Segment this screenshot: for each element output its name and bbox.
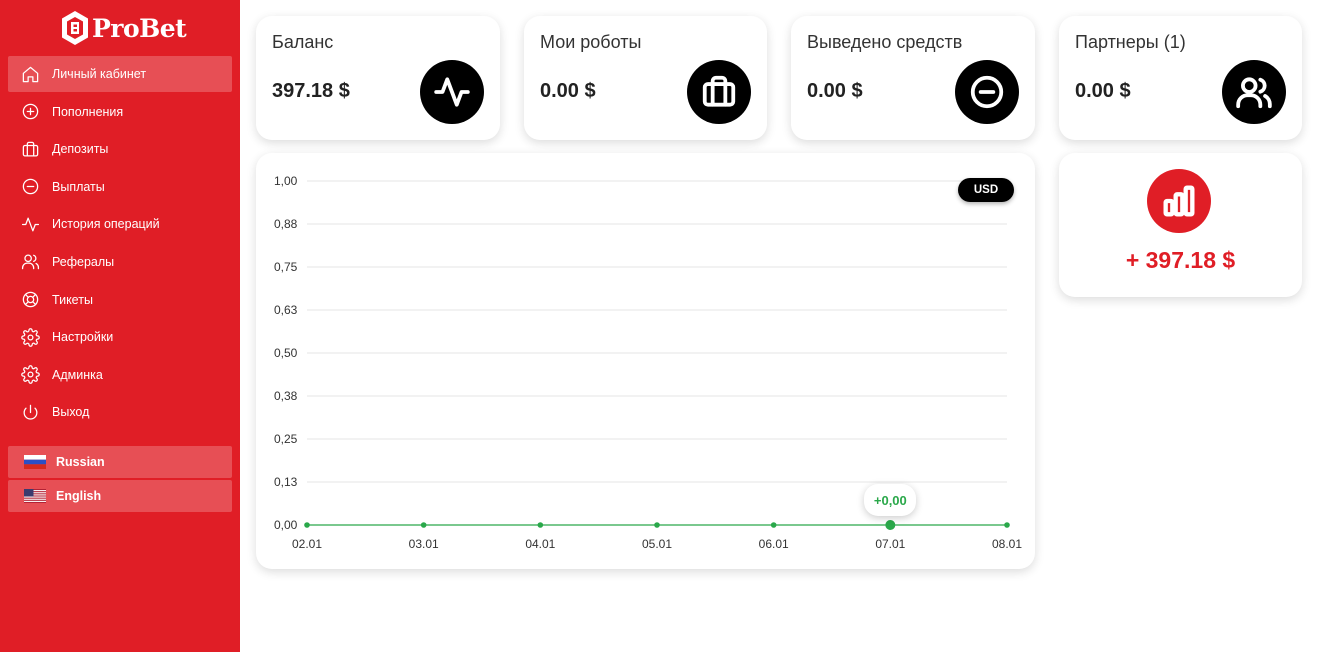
balance-chart-card: 1,00 0,88 0,75 0,63 0,50 0,38 0,25 0,13 0,00 02.0…: [256, 153, 1035, 569]
data-point: [304, 522, 310, 528]
sidebar-menu: Личный кабинет Пополнения Депозиты Выпла…: [8, 56, 232, 432]
y-tick-label: 0,00: [274, 518, 298, 532]
sidebar-item-deposits[interactable]: Депозиты: [8, 131, 232, 167]
logo-icon: [62, 11, 88, 45]
language-english[interactable]: English: [8, 480, 232, 512]
y-tick-label: 1,00: [274, 174, 298, 188]
users-icon: [20, 252, 40, 272]
stat-title: Партнеры (1): [1075, 32, 1186, 52]
sidebar-item-admin[interactable]: Админка: [8, 357, 232, 393]
language-label: English: [56, 489, 102, 503]
sidebar-item-logout[interactable]: Выход: [8, 394, 232, 430]
data-point: [1004, 522, 1010, 528]
sidebar-item-referrals[interactable]: Рефералы: [8, 244, 232, 280]
sidebar: ProBet Личный кабинет Пополнения Депозит…: [0, 0, 240, 652]
bar-chart-icon: [1147, 169, 1211, 233]
minus-circle-icon: [20, 177, 40, 197]
x-tick-label: 03.01: [409, 537, 439, 551]
profit-card: + 397.18 $: [1059, 153, 1302, 297]
data-point: [770, 522, 777, 528]
activity-icon: [20, 214, 40, 234]
sidebar-item-payouts[interactable]: Выплаты: [8, 169, 232, 205]
flag-ru-icon: [24, 455, 46, 469]
sidebar-item-deposits-topup[interactable]: Пополнения: [8, 94, 232, 130]
sidebar-item-tickets[interactable]: Тикеты: [8, 282, 232, 318]
sidebar-item-label: Админка: [52, 367, 103, 382]
sidebar-item-history[interactable]: История операций: [8, 206, 232, 242]
data-point: [420, 522, 427, 528]
y-tick-label: 0,13: [274, 475, 298, 489]
stat-title: Мои роботы: [540, 32, 642, 52]
y-tick-label: 0,63: [274, 303, 298, 317]
sidebar-item-label: Пополнения: [52, 104, 124, 119]
currency-button[interactable]: USD: [958, 178, 1014, 202]
stat-value: 0.00 $: [807, 80, 863, 102]
stat-value: 0.00 $: [1075, 80, 1131, 102]
gear-icon: [20, 365, 40, 385]
partners-card: Партнеры (1) 0.00 $: [1059, 16, 1302, 140]
x-tick-label: 02.01: [292, 537, 322, 551]
y-tick-label: 0,38: [274, 389, 298, 403]
flag-us-icon: [24, 489, 46, 503]
y-tick-label: 0,50: [274, 346, 298, 360]
minus-circle-icon: [955, 60, 1019, 124]
sidebar-item-label: Рефералы: [52, 254, 115, 269]
profit-value: + 397.18 $: [1125, 247, 1236, 273]
chart-tooltip: +0,00: [864, 484, 917, 516]
language-russian[interactable]: Russian: [8, 446, 232, 478]
balance-card: Баланс 397.18 $: [256, 16, 500, 140]
stat-title: Выведено средств: [807, 32, 963, 52]
sidebar-item-label: Выплаты: [52, 179, 105, 194]
activity-icon: [420, 60, 484, 124]
robots-card: Мои роботы 0.00 $: [524, 16, 767, 140]
withdrawn-card: Выведено средств 0.00 $: [791, 16, 1035, 140]
y-tick-label: 0,88: [274, 217, 298, 231]
balance-chart: 1,00 0,88 0,75 0,63 0,50 0,38 0,25 0,13 0,00 02.0…: [274, 174, 1022, 551]
data-point: [885, 520, 896, 530]
sidebar-item-dashboard[interactable]: Личный кабинет: [8, 56, 232, 92]
sidebar-item-label: Депозиты: [52, 142, 109, 157]
x-tick-label: 08.01: [992, 537, 1022, 551]
x-tick-label: 04.01: [525, 537, 555, 551]
stat-value: 0.00 $: [540, 80, 596, 102]
sidebar-item-label: Тикеты: [52, 292, 93, 307]
data-point: [537, 522, 544, 528]
lifebuoy-icon: [20, 290, 40, 310]
stat-title: Баланс: [272, 32, 334, 52]
x-tick-label: 05.01: [642, 537, 672, 551]
sidebar-item-label: Выход: [52, 405, 90, 420]
plus-circle-icon: [20, 102, 40, 122]
power-icon: [20, 402, 40, 422]
logo[interactable]: ProBet: [60, 8, 187, 48]
language-label: Russian: [56, 455, 105, 469]
gear-icon: [20, 327, 40, 347]
y-tick-label: 0,75: [274, 260, 298, 274]
x-tick-label: 06.01: [759, 537, 789, 551]
sidebar-item-settings[interactable]: Настройки: [8, 319, 232, 355]
sidebar-item-label: Личный кабинет: [52, 67, 147, 81]
y-tick-label: 0,25: [274, 432, 298, 446]
briefcase-icon: [20, 139, 40, 159]
briefcase-icon: [687, 60, 751, 124]
data-point: [654, 522, 660, 528]
logo-text: ProBet: [92, 13, 187, 43]
home-icon: [20, 64, 40, 84]
users-icon: [1222, 60, 1286, 124]
stat-value: 397.18 $: [272, 80, 350, 102]
sidebar-item-label: Настройки: [52, 330, 114, 345]
sidebar-item-label: История операций: [52, 217, 160, 232]
x-tick-label: 07.01: [875, 537, 905, 551]
